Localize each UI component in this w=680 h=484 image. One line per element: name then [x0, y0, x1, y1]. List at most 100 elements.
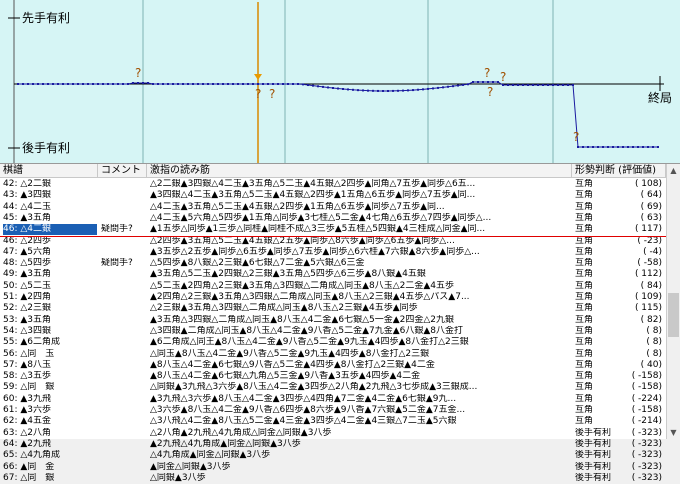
table-row[interactable]: 60: ▲3九飛 ▲3九飛△3六歩▲8八玉△4二金▲3四歩△4四角▲7二金▲4二金… [0, 394, 666, 405]
table-row[interactable]: 46: △4二銀 疑問手? ▲1五歩△同歩▲1三歩△同桂▲同桂不成△3三歩▲5五桂△… [0, 224, 666, 236]
table-row[interactable]: 52: △2三銀 △2三銀▲3五角△3四銀△二角成△同玉▲8八玉△2三銀▲4五歩▲… [0, 303, 666, 314]
value-cell: ( -323) [631, 472, 662, 483]
scroll-down-icon[interactable]: ▼ [667, 426, 680, 439]
question-marker[interactable]: ? [255, 87, 261, 101]
evaluation-point [427, 87, 429, 90]
table-row[interactable]: 44: △4二玉 △4二玉▲3五角△5二玉▲4五銀△2四歩▲1五角△6五歩▲同歩△… [0, 202, 666, 213]
question-marker[interactable]: ? [135, 66, 141, 80]
value-cell: ( -224) [631, 393, 662, 404]
question-marker[interactable]: ? [500, 70, 506, 84]
evaluation-graph[interactable]: 先手有利 後手有利 終局 ? ? ? ? ? ? ? [0, 0, 680, 164]
column-header-move[interactable]: 棋譜 [0, 164, 98, 178]
question-marker[interactable]: ? [269, 87, 275, 101]
table-row[interactable]: 53: ▲3五角 ▲3五角△3四銀△二角成△同玉▲8八玉△4二金▲6七銀△5一金▲… [0, 315, 666, 326]
scroll-up-icon[interactable]: ▲ [667, 164, 680, 177]
table-row[interactable]: 42: △2二銀 △2二銀▲3四銀△4二玉▲3五角△5二玉▲4五銀△2四歩▲同角△… [0, 179, 666, 190]
table-row[interactable]: 57: ▲8八玉 ▲8八玉△4二金▲6七銀△9八香△5二金▲4四歩▲8八金打△2三… [0, 360, 666, 371]
evaluation-point [487, 81, 489, 83]
vertical-scrollbar[interactable]: ▲ ▼ [666, 164, 680, 439]
table-row[interactable]: 51: ▲2四角 ▲2四角△2三銀▲3五角△3四銀△二角成△同玉▲8八玉△2三銀▲… [0, 292, 666, 303]
table-row[interactable]: 64: ▲2九飛 ▲2九飛△4九角成▲同金△同銀▲3八歩 後手有利 ( -323) [0, 439, 666, 450]
evaluation-point [257, 83, 259, 85]
value-cell: ( 40) [640, 359, 662, 370]
question-marker[interactable]: ? [487, 85, 493, 99]
judgement-cell: 互角 [575, 212, 594, 223]
evaluation-point [212, 83, 214, 85]
evaluation-point [482, 81, 484, 83]
table-row[interactable]: 50: △5二玉 △5二玉▲2四角△2三銀▲3五角△3四銀△二角成△同玉▲8八玉△… [0, 281, 666, 292]
table-row[interactable]: 61: ▲3六歩 △3六歩▲8八玉△4二金▲9八香△6四歩▲8六歩▲9八香▲7六銀… [0, 405, 666, 416]
question-marker[interactable]: ? [573, 130, 579, 144]
table-row[interactable]: 54: △3四銀 △3四銀▲二角成△同玉▲8八玉△4二金▲9八香△5二金▲7九金▲… [0, 326, 666, 337]
value-cell: ( 115) [634, 303, 662, 314]
value-cell: ( 64) [640, 190, 662, 201]
comment-cell [101, 281, 147, 292]
evaluation-point [122, 83, 124, 85]
value-cell: ( -23) [637, 235, 662, 246]
table-row[interactable]: 48: △5四歩 疑問手? △5四歩▲8八銀△2三銀▲6七銀△7二金▲5六銀△6三金… [0, 258, 666, 269]
move-cell: 43: ▲3四銀 [3, 190, 51, 201]
evaluation-point [642, 146, 644, 148]
comment-cell [101, 326, 147, 337]
comment-cell [101, 428, 147, 439]
move-cell: 44: △4二玉 [3, 201, 51, 212]
evaluation-point [322, 85, 324, 88]
evaluation-point [197, 83, 199, 85]
evaluation-point [652, 146, 654, 148]
evaluation-point [497, 81, 499, 83]
table-row[interactable]: 49: ▲3五角 ▲3五角△5二玉▲2四銀△2三銀▲3五角△5四歩△6三歩▲8八銀… [0, 269, 666, 280]
table-row[interactable]: 46: △2四歩 △2四歩▲3五角△5二玉▲4五銀△2五歩▲同歩△8六歩▲同歩△6… [0, 236, 666, 247]
table-row[interactable]: 63: △2八角 △2八角▲2九飛△4九角成△同金△同銀▲3八歩 後手有利 ( -32… [0, 428, 666, 439]
judgement-cell: 互角 [575, 246, 594, 257]
scroll-thumb[interactable] [668, 293, 679, 337]
table-row[interactable]: 62: ▲4五金 △3八飛△4二金▲8八玉△5二金▲4三金▲3四歩△4二金▲4三銀… [0, 416, 666, 427]
evaluation-point [277, 83, 279, 85]
move-cell: 66: ▲同 金 [3, 461, 55, 472]
table-row[interactable]: 59: △同 銀 △同銀▲3九飛△3六歩▲8八玉△4二金▲3四歩△2八角▲2九飛△… [0, 382, 666, 393]
column-header-comment[interactable]: コメント [98, 164, 147, 178]
table-row[interactable]: 66: ▲同 金 ▲同金△同銀▲3八歩 後手有利 ( -323) [0, 462, 666, 473]
table-row[interactable]: 55: ▲6二角成 ▲6二角成△同王▲8八玉△4二金▲9八香△5二金▲9九玉▲4四… [0, 337, 666, 348]
evaluation-point [527, 84, 529, 86]
evaluation-point [502, 84, 504, 86]
column-header-judgement[interactable]: 形勢判断 (評価値) [572, 164, 666, 178]
comment-cell [101, 349, 147, 360]
table-row[interactable]: 58: △3五歩 ▲8八玉△4二金▲6七銀△九角△5三金▲9八香▲3五歩▲4四歩▲… [0, 371, 666, 382]
comment-cell [101, 360, 147, 371]
table-row[interactable]: 47: ▲5六角 ▲3五歩△2五歩▲同歩△6五歩▲同歩△7五歩▲同歩△6六桂▲7六… [0, 247, 666, 258]
evaluation-point [442, 86, 444, 89]
judgement-cell: 互角 [575, 337, 594, 348]
table-row[interactable]: 67: △同 銀 △同銀▲3八歩 後手有利 ( -323) [0, 473, 666, 484]
column-header-reading[interactable]: 激指の読み筋 [147, 164, 572, 178]
value-cell: ( 63) [640, 212, 662, 223]
move-cell: 64: ▲2九飛 [3, 438, 51, 449]
reading-cell: △4二玉▲3五角△5二玉▲4五銀△2四歩▲1五角△6五歩▲同歩△7五歩▲同... [150, 201, 445, 212]
judgement-cell: 互角 [575, 179, 594, 189]
table-row[interactable]: 65: △4九角成 △4九角成▲同金△同銀▲3八歩 後手有利 ( -323) [0, 450, 666, 461]
evaluation-point [107, 83, 109, 85]
evaluation-point [352, 88, 354, 91]
reading-cell: ▲3五角△3四銀△二角成△同玉▲8八玉△4二金▲6七銀△5一金▲2四金△2九銀 [150, 314, 455, 325]
comment-cell [101, 337, 147, 348]
reading-cell: △3八飛△4二金▲8八玉△5二金▲4三金▲3四歩△4二金▲4三銀△7二玉▲5六銀 [150, 416, 457, 427]
table-row[interactable]: 56: △同 玉 △同玉▲8八玉△4二金▲9八香△5二金▲9九玉▲4四歩▲8八金打… [0, 349, 666, 360]
evaluation-point [627, 146, 629, 148]
kifu-list[interactable]: 棋譜 コメント 激指の読み筋 形勢判断 (評価値) 42: △2二銀 △2二銀▲3… [0, 164, 666, 483]
table-row[interactable]: 45: ▲3五角 △4二玉▲5六角△5四歩▲1五角△同歩▲3七桂△5二金▲4七角△… [0, 213, 666, 224]
evaluation-point [492, 81, 494, 83]
reading-cell: △2四歩▲3五角△5二玉▲4五銀△2五歩▲同歩△8六歩▲同歩△6五歩▲同歩△..… [150, 235, 455, 246]
question-marker[interactable]: ? [484, 66, 490, 80]
move-cell: 59: △同 銀 [3, 382, 55, 393]
evaluation-point [262, 83, 264, 85]
reading-cell: △同玉▲8八玉△4二金▲9八香△5二金▲9九玉▲4四歩▲8八金打△2三銀 [150, 348, 430, 359]
move-cell: 58: △3五歩 [3, 371, 51, 382]
evaluation-point [592, 146, 594, 148]
evaluation-point [357, 89, 359, 92]
evaluation-point [472, 81, 474, 83]
evaluation-point [287, 83, 289, 85]
evaluation-point [162, 83, 164, 85]
game-end-label: 終局 [648, 91, 673, 105]
table-row[interactable]: 43: ▲3四銀 ▲3四銀△4二玉▲3五角△5二玉▲4五銀△2四歩▲1五角△6五歩… [0, 190, 666, 201]
evaluation-point [47, 83, 49, 85]
comment-cell [101, 371, 147, 382]
